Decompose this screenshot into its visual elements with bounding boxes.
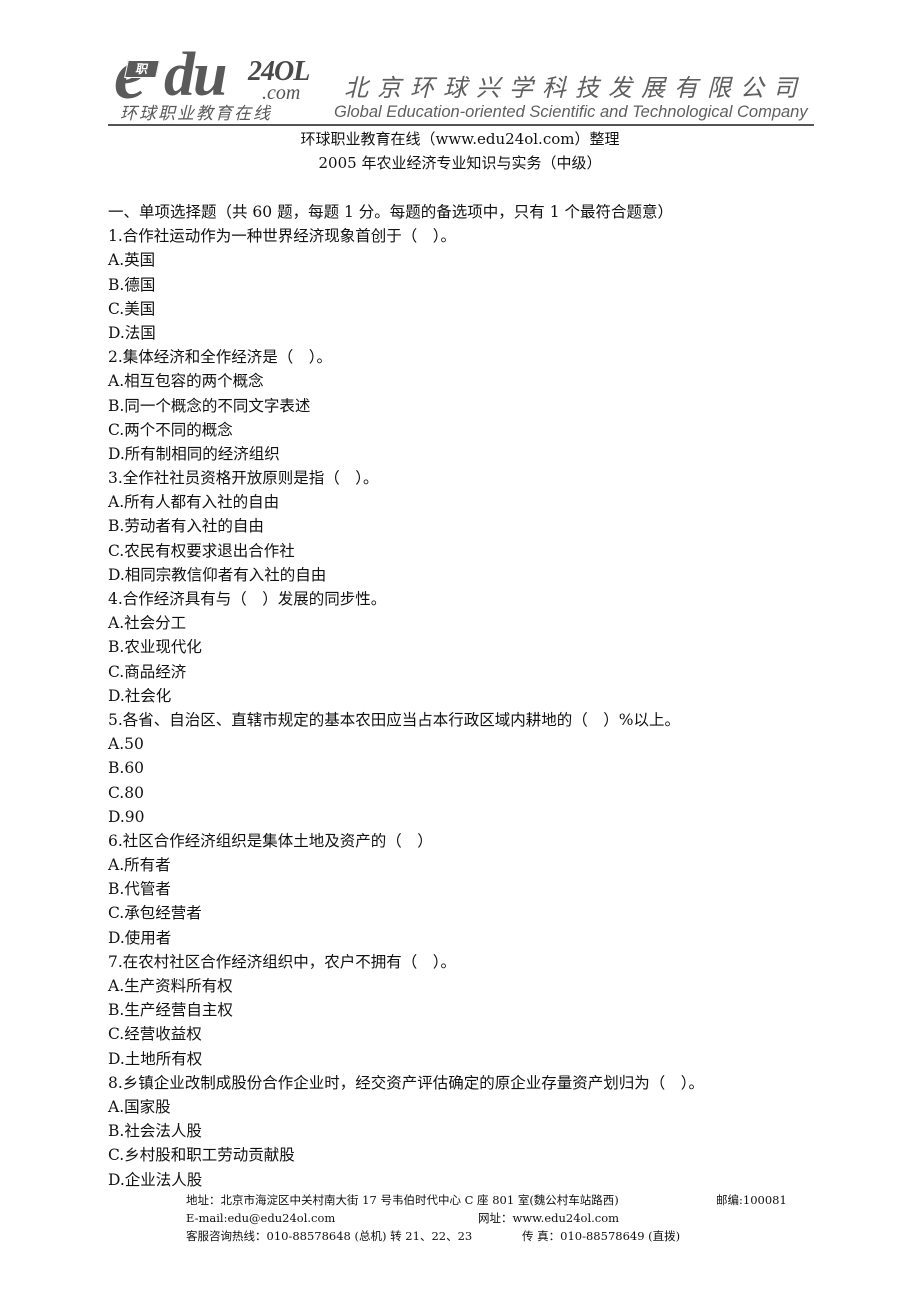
option-a: A.所有人都有入社的自由 — [108, 493, 280, 512]
option-a: A.相互包容的两个概念 — [108, 372, 264, 391]
option-b: B.代管者 — [108, 880, 171, 899]
section-heading: 一、单项选择题（共 60 题，每题 1 分。每题的备选项中，只有 1 个最符合题… — [108, 203, 674, 221]
question-stem: 7.在农村社区合作经济组织中，农户不拥有（ ）。 — [108, 952, 457, 971]
footer-address: 地址：北京市海淀区中关村南大街 17 号韦伯时代中心 C 座 801 室(魏公村… — [186, 1193, 619, 1207]
footer-hotline: 客服咨询热线：010-88578648 (总机) 转 21、22、23 — [186, 1229, 473, 1243]
option-d: D.法国 — [108, 323, 156, 342]
option-d: D.企业法人股 — [108, 1170, 203, 1189]
question-stem: 8.乡镇企业改制成股份合作企业时，经交资产评估确定的原企业存量资产划归为（ ）。 — [108, 1073, 705, 1092]
question-5: 5.各省、自治区、直辖市规定的基本农田应当占本行政区域内耕地的（ ）%以上。 A… — [108, 708, 828, 829]
option-a: A.50 — [108, 735, 144, 754]
source-line: 环球职业教育在线（www.edu24ol.com）整理 — [300, 130, 620, 148]
option-a: A.国家股 — [108, 1097, 171, 1116]
option-a: A.生产资料所有权 — [108, 977, 233, 995]
option-c: C.两个不同的概念 — [108, 420, 233, 439]
option-d: D.所有制相同的经济组织 — [108, 444, 280, 463]
question-8: 8.乡镇企业改制成股份合作企业时，经交资产评估确定的原企业存量资产划归为（ ）。… — [108, 1071, 828, 1192]
option-c: C.80 — [108, 783, 144, 802]
footer-row-phone: 客服咨询热线：010-88578648 (总机) 转 21、22、23 传 真：… — [186, 1227, 806, 1245]
logo-com-text: .com — [262, 82, 301, 104]
option-b: B.生产经营自主权 — [108, 1001, 233, 1020]
question-1: 1.合作社运动作为一种世界经济现象首创于（ ）。 A.英国 B.德国 C.美国 … — [108, 224, 828, 345]
option-c: C.农民有权要求退出合作社 — [108, 541, 295, 560]
question-6: 6.社区合作经济组织是集体土地及资产的（ ） A.所有者 B.代管者 C.承包经… — [108, 829, 828, 950]
option-a: A.英国 — [108, 251, 156, 270]
option-d: D.土地所有权 — [108, 1049, 203, 1068]
footer-website[interactable]: 网址：www.edu24ol.com — [478, 1209, 619, 1227]
option-b: B.农业现代化 — [108, 638, 202, 657]
question-4: 4.合作经济具有与（ ）发展的同步性。 A.社会分工 B.农业现代化 C.商品经… — [108, 587, 828, 708]
option-c: C.经营收益权 — [108, 1025, 202, 1044]
option-b: B.同一个概念的不同文字表述 — [108, 396, 311, 415]
exam-content: 一、单项选择题（共 60 题，每题 1 分。每题的备选项中，只有 1 个最符合题… — [108, 200, 828, 1192]
letterhead: e 职 du 24OL .com 环球职业教育在线 北京环球兴学科技发展有限公司… — [108, 38, 814, 126]
option-c: C.承包经营者 — [108, 904, 202, 923]
header-divider — [108, 124, 814, 126]
logo-chinese-tagline: 环球职业教育在线 — [120, 104, 272, 124]
option-b: B.60 — [108, 759, 145, 778]
question-stem: 6.社区合作经济组织是集体土地及资产的（ ） — [108, 831, 433, 850]
company-name-english: Global Education-oriented Scientific and… — [334, 103, 808, 121]
logo-du-text: du — [164, 41, 228, 109]
option-d: D.使用者 — [108, 928, 172, 947]
edu24ol-logo: e 职 du 24OL .com 环球职业教育在线 — [114, 38, 334, 126]
question-stem: 1.合作社运动作为一种世界经济现象首创于（ ）。 — [108, 227, 457, 246]
option-c: C.商品经济 — [108, 662, 187, 681]
footer-email[interactable]: E-mail:edu@edu24ol.com — [186, 1211, 335, 1225]
question-stem: 2.集体经济和全作经济是（ ）。 — [108, 348, 333, 367]
logo-zhi-badge-icon: 职 — [124, 60, 160, 78]
question-stem: 3.全作社社员资格开放原则是指（ ）。 — [108, 469, 379, 488]
question-stem: 5.各省、自治区、直辖市规定的基本农田应当占本行政区域内耕地的（ ）%以上。 — [108, 710, 681, 729]
footer-postcode: 邮编:100081 — [716, 1193, 787, 1207]
footer-fax: 传 真：010-88578649 (直拨) — [522, 1229, 681, 1243]
option-c: C.乡村股和职工劳动贡献股 — [108, 1146, 295, 1165]
question-7: 7.在农村社区合作经济组织中，农户不拥有（ ）。 A.生产资料所有权 B.生产经… — [108, 950, 828, 1071]
option-d: D.相同宗教信仰者有入社的自由 — [108, 565, 327, 584]
question-2: 2.集体经济和全作经济是（ ）。 A.相互包容的两个概念 B.同一个概念的不同文… — [108, 345, 828, 466]
company-name-chinese: 北京环球兴学科技发展有限公司 — [344, 74, 806, 102]
page-footer: 地址：北京市海淀区中关村南大街 17 号韦伯时代中心 C 座 801 室(魏公村… — [186, 1191, 806, 1245]
option-b: B.劳动者有入社的自由 — [108, 517, 264, 536]
question-stem: 4.合作经济具有与（ ）发展的同步性。 — [108, 590, 387, 608]
option-a: A.所有者 — [108, 856, 171, 875]
option-b: B.社会法人股 — [108, 1122, 202, 1141]
footer-row-contact: E-mail:edu@edu24ol.com 网址：www.edu24ol.co… — [186, 1209, 806, 1227]
option-d: D.90 — [108, 807, 145, 826]
exam-title: 2005 年农业经济专业知识与实务（中级） — [318, 154, 602, 172]
footer-row-address: 地址：北京市海淀区中关村南大街 17 号韦伯时代中心 C 座 801 室(魏公村… — [186, 1191, 806, 1209]
option-a: A.社会分工 — [108, 614, 187, 633]
question-3: 3.全作社社员资格开放原则是指（ ）。 A.所有人都有入社的自由 B.劳动者有入… — [108, 466, 828, 587]
option-b: B.德国 — [108, 275, 156, 294]
option-c: C.美国 — [108, 299, 156, 318]
option-d: D.社会化 — [108, 686, 172, 705]
